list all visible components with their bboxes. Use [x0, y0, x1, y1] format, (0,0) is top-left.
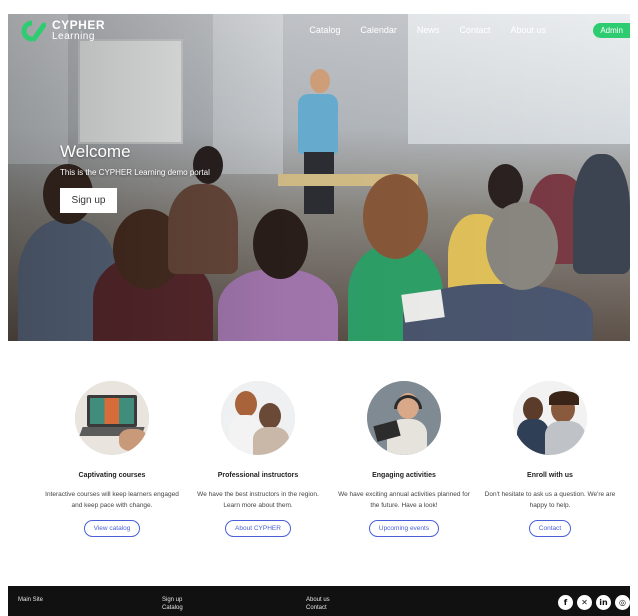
top-navigation: CYPHER Learning Catalog Calendar News Co…	[8, 14, 630, 48]
nav-about-us[interactable]: About us	[500, 25, 556, 35]
twitter-icon[interactable]: ✕	[577, 595, 592, 610]
page: CYPHER Learning Catalog Calendar News Co…	[8, 14, 630, 616]
instagram-icon[interactable]: ◎	[615, 595, 630, 610]
feature-text: Don't hesitate to ask us a question. We'…	[484, 491, 616, 509]
footer-catalog-link[interactable]: Catalog	[162, 604, 183, 612]
hero-shade	[8, 14, 630, 341]
headphones-tablet-image	[367, 381, 441, 455]
hero-tagline: This is the CYPHER Learning demo portal	[60, 168, 210, 177]
feature-text: We have exciting annual activities plann…	[338, 491, 470, 509]
footer-contact-link[interactable]: Contact	[306, 604, 327, 612]
footer-about-link[interactable]: About us	[306, 596, 330, 604]
nav-calendar[interactable]: Calendar	[350, 25, 407, 35]
feature-text: We have the best instructors in the regi…	[197, 491, 319, 509]
feature-card: Professional instructors We have the bes…	[188, 381, 328, 537]
feature-title: Professional instructors	[217, 472, 299, 479]
support-people-image	[513, 381, 587, 455]
feature-card: Enroll with us Don't hesitate to ask us …	[480, 381, 620, 537]
linkedin-icon[interactable]: in	[596, 595, 611, 610]
instructors-image	[221, 381, 295, 455]
feature-title: Engaging activities	[372, 472, 436, 479]
laptop-course-image	[75, 381, 149, 455]
feature-text: Interactive courses will keep learners e…	[45, 491, 179, 509]
admin-button[interactable]: Admin	[593, 23, 630, 38]
view-catalog-button[interactable]: View catalog	[83, 520, 141, 537]
logo-subname: Learning	[52, 31, 95, 42]
facebook-icon[interactable]: f	[558, 595, 573, 610]
logo[interactable]: CYPHER Learning	[20, 18, 106, 42]
feature-title: Captivating courses	[78, 472, 146, 479]
hero-banner: CYPHER Learning Catalog Calendar News Co…	[8, 14, 630, 341]
nav-catalog[interactable]: Catalog	[299, 25, 350, 35]
logo-name: CYPHER	[52, 18, 106, 32]
features-section: Captivating courses Interactive courses …	[8, 341, 630, 586]
nav-contact[interactable]: Contact	[449, 25, 500, 35]
feature-title: Enroll with us	[527, 472, 573, 479]
signup-button[interactable]: Sign up	[60, 188, 117, 213]
upcoming-events-button[interactable]: Upcoming events	[368, 520, 440, 537]
cypher-logo-icon	[20, 20, 47, 42]
footer-signup-link[interactable]: Sign up	[162, 596, 182, 604]
hero-title: Welcome	[60, 142, 131, 161]
about-cypher-button[interactable]: About CYPHER	[225, 520, 291, 537]
nav-links: Catalog Calendar News Contact About us	[299, 25, 556, 35]
logo-text: CYPHER Learning	[52, 18, 106, 42]
footer-main-site-link[interactable]: Main Site	[18, 596, 43, 604]
footer: Main Site Sign up Catalog About us Conta…	[8, 586, 630, 616]
contact-button[interactable]: Contact	[528, 520, 572, 537]
feature-card: Engaging activities We have exciting ann…	[334, 381, 474, 537]
social-links: f ✕ in ◎	[558, 595, 630, 610]
nav-news[interactable]: News	[407, 25, 450, 35]
feature-card: Captivating courses Interactive courses …	[42, 381, 182, 537]
